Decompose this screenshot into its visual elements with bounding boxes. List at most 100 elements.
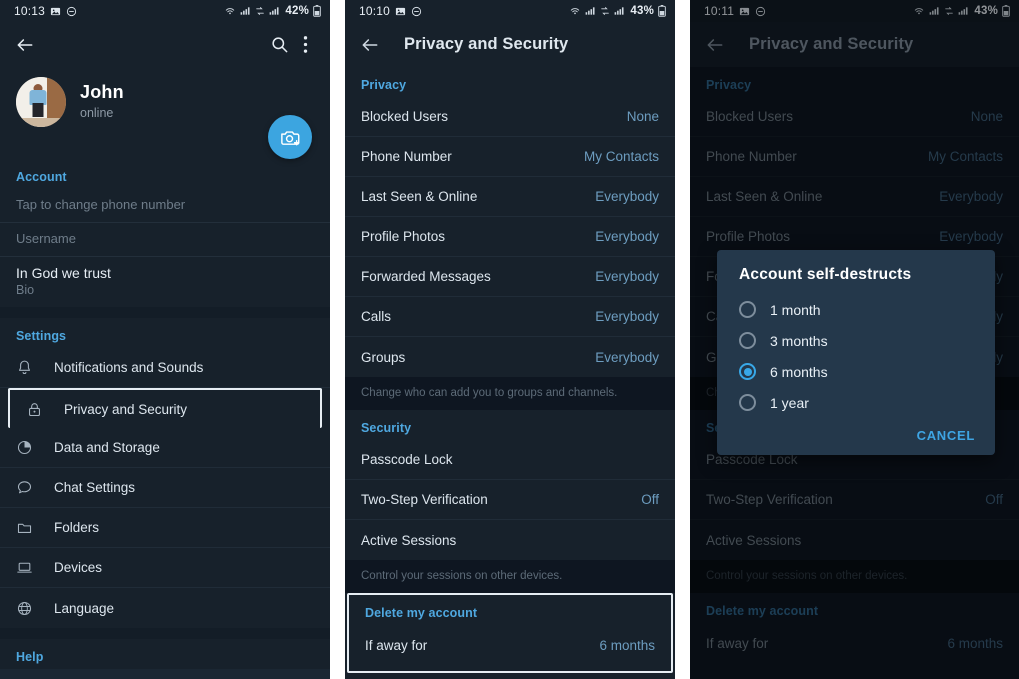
battery-percent: 43% (974, 5, 998, 17)
row-label: Calls (361, 309, 392, 324)
row-label: If away for (706, 635, 769, 651)
app-bar: Privacy and Security (690, 22, 1019, 67)
row-value: None (970, 109, 1003, 124)
search-icon[interactable] (266, 32, 292, 58)
back-arrow-icon[interactable] (357, 32, 383, 58)
cancel-button[interactable]: CANCEL (917, 428, 975, 443)
section-divider (0, 307, 330, 318)
phone-panel-privacy: 10:10 43% Privacy and Security Privacy B… (345, 0, 675, 679)
row-profile-photos[interactable]: Profile Photos Everybody (345, 217, 675, 257)
sidebar-item-devices[interactable]: Devices (0, 548, 330, 588)
sidebar-item-language[interactable]: Language (0, 588, 330, 628)
radio-option-label: 1 month (770, 301, 821, 318)
sidebar-item-notifications[interactable]: Notifications and Sounds (0, 348, 330, 388)
row-blocked-users[interactable]: Blocked Users None (690, 97, 1019, 137)
sidebar-item-folders[interactable]: Folders (0, 508, 330, 548)
delete-account-section[interactable]: Delete my account If away for 6 months (347, 593, 673, 673)
row-two-step-verification[interactable]: Two-Step Verification Off (345, 480, 675, 520)
radio-option-3-months[interactable]: 3 months (717, 325, 995, 356)
back-arrow-icon[interactable] (12, 32, 38, 58)
radio-icon[interactable] (739, 394, 756, 411)
row-phone-number[interactable]: Phone Number My Contacts (690, 137, 1019, 177)
sidebar-item-chat-settings[interactable]: Chat Settings (0, 468, 330, 508)
status-bar: 10:10 43% (345, 0, 675, 22)
row-phone-number[interactable]: Phone Number My Contacts (345, 137, 675, 177)
delete-account-section[interactable]: Delete my account If away for 6 months (690, 593, 1019, 669)
sidebar-item-privacy-and-security[interactable]: Privacy and Security (8, 388, 322, 428)
security-hint: Control your sessions on other devices. (345, 560, 675, 593)
radio-option-6-months[interactable]: 6 months (717, 356, 995, 387)
row-groups[interactable]: Groups Everybody (345, 337, 675, 377)
row-if-away-for[interactable]: If away for 6 months (690, 623, 1019, 663)
camera-add-icon[interactable] (268, 115, 312, 159)
row-value: Off (641, 492, 659, 507)
radio-option-label: 1 year (770, 394, 809, 411)
row-blocked-users[interactable]: Blocked Users None (345, 97, 675, 137)
signal2-icon (614, 6, 625, 16)
bio-field[interactable]: In God we trust Bio (0, 257, 330, 307)
privacy-section-header: Privacy (361, 78, 407, 92)
row-value: Everybody (595, 189, 659, 204)
dialog-actions: CANCEL (717, 418, 995, 449)
row-active-sessions[interactable]: Active Sessions (690, 520, 1019, 560)
battery-percent: 43% (630, 5, 654, 17)
row-last-seen-online[interactable]: Last Seen & Online Everybody (345, 177, 675, 217)
do-not-disturb-icon (755, 6, 766, 17)
row-value: Everybody (595, 229, 659, 244)
row-calls[interactable]: Calls Everybody (345, 297, 675, 337)
delete-account-header: Delete my account (365, 606, 478, 620)
lock-icon (26, 401, 52, 418)
row-two-step-verification[interactable]: Two-Step Verification Off (690, 480, 1019, 520)
radio-icon[interactable] (739, 301, 756, 318)
username-field[interactable]: Username (0, 223, 330, 257)
row-if-away-for[interactable]: If away for 6 months (349, 625, 671, 665)
chat-bubble-icon (16, 479, 42, 496)
avatar[interactable] (16, 77, 66, 127)
row-label: Last Seen & Online (361, 189, 478, 204)
row-label: Two-Step Verification (706, 492, 833, 507)
status-bar: 10:13 42% (0, 0, 330, 22)
sidebar-item-data-and-storage[interactable]: Data and Storage (0, 428, 330, 468)
radio-icon[interactable] (739, 332, 756, 349)
row-label: Active Sessions (706, 532, 802, 548)
row-value: Off (985, 492, 1003, 507)
row-passcode-lock[interactable]: Passcode Lock (345, 440, 675, 480)
row-value: 6 months (599, 637, 655, 653)
status-bar-right: 43% (913, 5, 1010, 17)
radio-option-1-month[interactable]: 1 month (717, 294, 995, 325)
signal2-icon (958, 6, 969, 16)
radio-option-1-year[interactable]: 1 year (717, 387, 995, 418)
back-arrow-icon[interactable] (702, 32, 728, 58)
phone-number-field[interactable]: Tap to change phone number (0, 189, 330, 223)
image-icon (395, 6, 406, 17)
profile-text: John online (80, 77, 124, 120)
sidebar-item-label: Notifications and Sounds (54, 360, 204, 375)
wifi-icon (224, 5, 236, 17)
row-active-sessions[interactable]: Active Sessions (345, 520, 675, 560)
row-label: Blocked Users (361, 109, 449, 124)
sim-swap-icon (944, 6, 954, 16)
overflow-menu-icon[interactable] (292, 32, 318, 58)
account-self-destruct-dialog: Account self-destructs 1 month 3 months … (717, 250, 995, 455)
row-forwarded-messages[interactable]: Forwarded Messages Everybody (345, 257, 675, 297)
app-bar: Privacy and Security (345, 22, 675, 67)
row-label: Phone Number (706, 149, 797, 164)
signal-icon (929, 6, 940, 16)
sidebar-item-label: Language (54, 600, 115, 616)
settings-section: Settings Notifications and Sounds Privac… (0, 318, 330, 628)
phone-panel-settings: 10:13 42% John online Account Tap to cha… (0, 0, 330, 679)
radio-icon-selected[interactable] (739, 363, 756, 380)
battery-icon (1002, 5, 1010, 17)
signal2-icon (269, 6, 280, 16)
status-time: 10:10 (359, 4, 391, 18)
panel-gap (330, 0, 345, 679)
battery-icon (313, 5, 321, 17)
row-label: Passcode Lock (361, 452, 453, 467)
row-last-seen-online[interactable]: Last Seen & Online Everybody (690, 177, 1019, 217)
delete-account-header: Delete my account (706, 604, 819, 618)
row-value: My Contacts (583, 149, 659, 164)
radio-option-label: 6 months (770, 363, 828, 380)
phone-hint-label: Tap to change phone number (16, 197, 186, 212)
status-bar-right: 42% (224, 5, 321, 17)
image-icon (50, 6, 61, 17)
